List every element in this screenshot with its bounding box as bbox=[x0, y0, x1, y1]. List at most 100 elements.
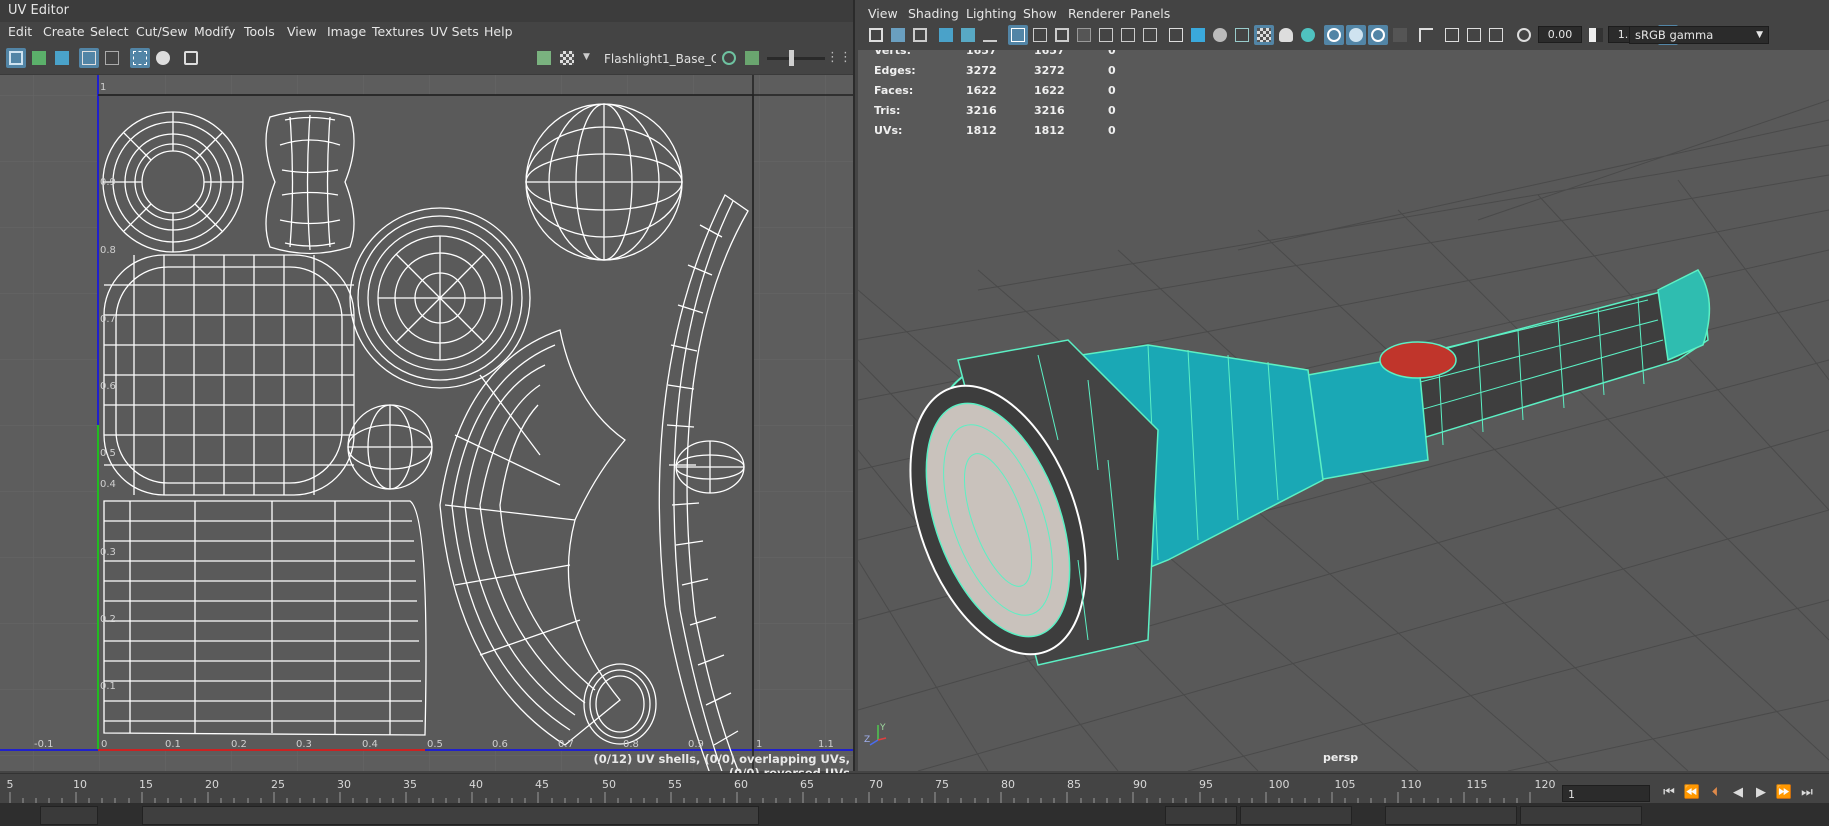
menu-create[interactable]: Create bbox=[43, 22, 85, 42]
step-back-key-button[interactable]: ⏪ bbox=[1683, 784, 1701, 802]
texture-dropdown-arrow-icon[interactable]: ▼ bbox=[583, 52, 590, 62]
xray-button[interactable] bbox=[1346, 25, 1366, 45]
play-backwards-button[interactable]: ◀ bbox=[1729, 784, 1747, 802]
range-end-field[interactable] bbox=[1165, 806, 1237, 825]
xray-components-button[interactable] bbox=[1390, 25, 1410, 45]
camera-attributes-button[interactable] bbox=[888, 25, 908, 45]
perspective-viewport[interactable]: Y Z persp Verts: 1657 1657 0 Edges: 3272… bbox=[858, 0, 1829, 771]
wireframe-on-shaded-button[interactable] bbox=[1232, 25, 1252, 45]
uv-grid-toggle-button[interactable] bbox=[79, 48, 99, 68]
isolate-select-button[interactable] bbox=[1324, 25, 1344, 45]
uv-snapshot-button[interactable] bbox=[181, 48, 201, 68]
xray-joints-button[interactable] bbox=[1368, 25, 1388, 45]
go-to-end-button[interactable]: ⏭ bbox=[1798, 784, 1816, 802]
uv-dim-image-button[interactable] bbox=[102, 48, 122, 68]
range-start-field[interactable] bbox=[40, 806, 98, 825]
vp-menu-shading[interactable]: Shading bbox=[908, 4, 959, 24]
character-set-field[interactable] bbox=[1520, 806, 1642, 825]
uv-checker-button[interactable] bbox=[557, 48, 577, 68]
resolution-gate-icon bbox=[1055, 28, 1069, 42]
uv-shell-select-button[interactable] bbox=[6, 48, 26, 68]
vp-menu-show[interactable]: Show bbox=[1023, 4, 1057, 24]
color-space-select[interactable]: sRGB gamma ▼ bbox=[1629, 26, 1769, 44]
go-to-start-button[interactable]: ⏮ bbox=[1660, 784, 1678, 802]
uv-sun-button[interactable] bbox=[153, 48, 173, 68]
checker-icon bbox=[560, 51, 574, 65]
menu-select[interactable]: Select bbox=[90, 22, 129, 42]
exposure-field[interactable]: 0.00 bbox=[1538, 26, 1582, 43]
menu-tools[interactable]: Tools bbox=[244, 22, 275, 42]
field-chart-button[interactable] bbox=[1096, 25, 1116, 45]
image-plane-button[interactable] bbox=[936, 25, 956, 45]
skip-start-icon: ⏮ bbox=[1663, 785, 1675, 800]
two-sided-lighting-button[interactable] bbox=[1442, 25, 1462, 45]
uv-texture-settings-button[interactable] bbox=[719, 48, 739, 68]
shaded-cube-icon bbox=[1191, 28, 1205, 42]
uv-stack-button[interactable] bbox=[52, 48, 72, 68]
menu-edit[interactable]: Edit bbox=[8, 22, 32, 42]
safe-action-button[interactable] bbox=[1118, 25, 1138, 45]
menu-textures[interactable]: Textures bbox=[372, 22, 424, 42]
smooth-shade-button[interactable] bbox=[1188, 25, 1208, 45]
grid-toggle-button[interactable] bbox=[1008, 25, 1028, 45]
lights-button[interactable] bbox=[1276, 25, 1296, 45]
2d-pan-zoom-button[interactable] bbox=[958, 25, 978, 45]
bookmark-button[interactable] bbox=[910, 25, 930, 45]
backface-button[interactable] bbox=[1464, 25, 1484, 45]
gamma-icon bbox=[1589, 28, 1603, 42]
brightness-slider-track[interactable] bbox=[767, 57, 825, 60]
axis-y-label: Y bbox=[879, 723, 886, 733]
grease-pencil-button[interactable] bbox=[980, 25, 1000, 45]
menu-uv-sets[interactable]: UV Sets bbox=[430, 22, 479, 42]
u-tick-label: -0.1 bbox=[34, 739, 54, 750]
vp-menu-renderer[interactable]: Renderer bbox=[1068, 4, 1125, 24]
uv-pixel-snap-button[interactable] bbox=[130, 48, 150, 68]
default-material-button[interactable] bbox=[1210, 25, 1230, 45]
uv-image-display-button[interactable] bbox=[534, 48, 554, 68]
menu-modify[interactable]: Modify bbox=[194, 22, 235, 42]
vp-menu-lighting[interactable]: Lighting bbox=[966, 4, 1017, 24]
step-back-frame-button[interactable]: ⏴ bbox=[1706, 784, 1724, 802]
ambient-occlusion-button[interactable] bbox=[1486, 25, 1506, 45]
anim-layer-field[interactable] bbox=[1385, 806, 1517, 825]
safe-title-button[interactable] bbox=[1140, 25, 1160, 45]
textured-button[interactable] bbox=[1254, 25, 1274, 45]
vp-menu-panels[interactable]: Panels bbox=[1130, 4, 1170, 24]
current-frame-field[interactable]: 1 bbox=[1562, 785, 1650, 802]
resolution-gate-button[interactable] bbox=[1052, 25, 1072, 45]
film-gate-button[interactable] bbox=[1030, 25, 1050, 45]
camera-attr-icon bbox=[891, 28, 905, 42]
v-tick-label: 0.4 bbox=[100, 479, 116, 490]
two-sided-icon bbox=[1445, 28, 1459, 42]
shadows-button[interactable] bbox=[1298, 25, 1318, 45]
shell-icon bbox=[9, 51, 23, 65]
time-slider[interactable]: 5 10 15 20 25 30 35 40 45 50 55 60 65 70… bbox=[0, 773, 1829, 804]
vp-menu-view[interactable]: View bbox=[868, 4, 898, 24]
v-tick-label: 0.1 bbox=[100, 681, 116, 692]
menu-cut-sew[interactable]: Cut/Sew bbox=[136, 22, 188, 42]
gate-mask-button[interactable] bbox=[1074, 25, 1094, 45]
exposure-icon bbox=[1517, 28, 1531, 42]
select-camera-button[interactable] bbox=[1416, 25, 1436, 45]
timeline-tick: 50 bbox=[602, 778, 616, 791]
step-forward-key-button[interactable]: ⏩ bbox=[1775, 784, 1793, 802]
wireframe-button[interactable] bbox=[1166, 25, 1186, 45]
anim-end-field[interactable] bbox=[1240, 806, 1352, 825]
texture-name-field[interactable]: Flashlight1_Base_Colc bbox=[604, 52, 716, 66]
uv-texture-image-button[interactable] bbox=[742, 48, 762, 68]
uv-layout-button[interactable] bbox=[29, 48, 49, 68]
wireframe-cube-icon bbox=[1169, 28, 1183, 42]
play-icon: ▶ bbox=[1756, 785, 1766, 800]
menu-view[interactable]: View bbox=[287, 22, 317, 42]
brightness-slider-handle[interactable] bbox=[789, 50, 794, 66]
v-tick-label: 0.7 bbox=[100, 314, 116, 325]
uv-canvas[interactable]: -0.1 0 0.1 0.2 0.3 0.4 0.5 0.6 0.7 0.8 0… bbox=[0, 75, 853, 771]
camera-select-button[interactable] bbox=[866, 25, 886, 45]
menu-image[interactable]: Image bbox=[327, 22, 366, 42]
menu-help[interactable]: Help bbox=[484, 22, 513, 42]
play-forwards-button[interactable]: ▶ bbox=[1752, 784, 1770, 802]
toolbar-more-icon[interactable]: ⋮⋮ bbox=[826, 50, 852, 65]
range-slider[interactable] bbox=[142, 806, 759, 825]
exposure-button[interactable] bbox=[1514, 25, 1534, 45]
gamma-button[interactable] bbox=[1586, 25, 1606, 45]
